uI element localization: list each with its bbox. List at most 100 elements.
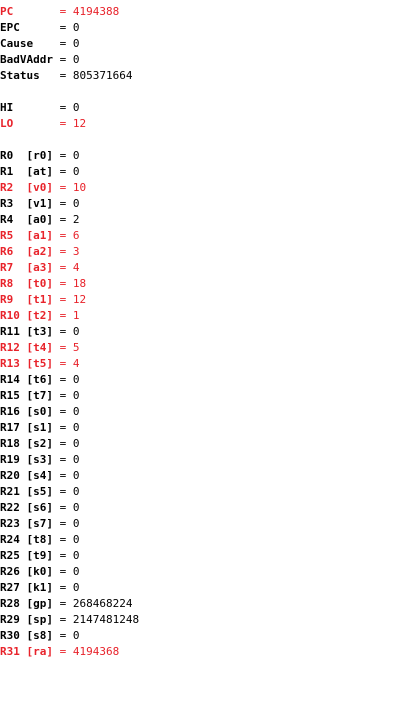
register-value: 0 xyxy=(72,581,80,594)
equals-sign: = xyxy=(52,69,73,82)
equals-sign: = xyxy=(53,453,73,466)
register-name: R25 xyxy=(0,549,20,562)
register-row: R29 [sp] = 2147481248 xyxy=(0,612,407,628)
equals-sign: = xyxy=(53,597,73,610)
register-alias: [t6] xyxy=(19,373,53,386)
register-name: R21 xyxy=(0,485,20,498)
register-value: 268468224 xyxy=(72,597,133,610)
register-alias: [a3] xyxy=(19,261,53,274)
register-value: 0 xyxy=(72,437,80,450)
equals-sign: = xyxy=(53,341,73,354)
equals-sign: = xyxy=(53,165,73,178)
equals-sign: = xyxy=(53,357,73,370)
register-name: R24 xyxy=(0,533,20,546)
register-alias: [r0] xyxy=(19,149,53,162)
register-name: R7 xyxy=(0,261,20,274)
register-value: 0 xyxy=(72,389,80,402)
register-value: 0 xyxy=(72,37,80,50)
equals-sign: = xyxy=(53,645,73,658)
equals-sign: = xyxy=(53,405,73,418)
register-value: 4194368 xyxy=(72,645,120,658)
register-name: R20 xyxy=(0,469,20,482)
register-row: R24 [t8] = 0 xyxy=(0,532,407,548)
register-value: 2147481248 xyxy=(72,613,140,626)
register-name: R14 xyxy=(0,373,20,386)
register-row: R1 [at] = 0 xyxy=(0,164,407,180)
register-value: 12 xyxy=(72,293,87,306)
register-value: 0 xyxy=(72,197,80,210)
register-value: 0 xyxy=(72,501,80,514)
register-name: PC xyxy=(0,5,53,18)
register-name: Status xyxy=(0,69,53,82)
register-name: LO xyxy=(0,117,53,130)
register-name: R0 xyxy=(0,149,20,162)
register-name: R12 xyxy=(0,341,20,354)
register-row: R12 [t4] = 5 xyxy=(0,340,407,356)
equals-sign: = xyxy=(53,581,73,594)
register-alias: [t7] xyxy=(19,389,53,402)
register-alias: [ra] xyxy=(19,645,53,658)
register-value: 5 xyxy=(72,341,80,354)
register-row: R4 [a0] = 2 xyxy=(0,212,407,228)
register-row: R22 [s6] = 0 xyxy=(0,500,407,516)
equals-sign: = xyxy=(53,373,73,386)
register-name: R3 xyxy=(0,197,20,210)
register-name: R2 xyxy=(0,181,20,194)
register-row: R15 [t7] = 0 xyxy=(0,388,407,404)
equals-sign: = xyxy=(53,309,73,322)
register-row-hi: HI = 0 xyxy=(0,100,407,116)
register-value: 12 xyxy=(72,117,87,130)
register-row: R17 [s1] = 0 xyxy=(0,420,407,436)
register-alias: [t8] xyxy=(19,533,53,546)
register-row-status: Status = 805371664 xyxy=(0,68,407,84)
register-alias: [a2] xyxy=(19,245,53,258)
register-row-pc: PC = 4194388 xyxy=(0,4,407,20)
equals-sign: = xyxy=(53,277,73,290)
register-alias: [at] xyxy=(19,165,53,178)
register-name: R15 xyxy=(0,389,20,402)
register-name: R30 xyxy=(0,629,20,642)
register-row: R21 [s5] = 0 xyxy=(0,484,407,500)
register-row-cause: Cause = 0 xyxy=(0,36,407,52)
register-name: R23 xyxy=(0,517,20,530)
register-row: R25 [t9] = 0 xyxy=(0,548,407,564)
equals-sign: = xyxy=(52,37,73,50)
register-row: R27 [k1] = 0 xyxy=(0,580,407,596)
register-name: EPC xyxy=(0,21,53,34)
equals-sign: = xyxy=(53,565,73,578)
register-alias: [s7] xyxy=(19,517,53,530)
register-alias: [s3] xyxy=(19,453,53,466)
equals-sign: = xyxy=(53,437,73,450)
register-value: 0 xyxy=(72,453,80,466)
register-row: R5 [a1] = 6 xyxy=(0,228,407,244)
register-name: R19 xyxy=(0,453,20,466)
register-row: R16 [s0] = 0 xyxy=(0,404,407,420)
register-alias: [t0] xyxy=(19,277,53,290)
register-alias: [s0] xyxy=(19,405,53,418)
equals-sign: = xyxy=(53,229,73,242)
register-name: R1 xyxy=(0,165,20,178)
equals-sign: = xyxy=(52,53,73,66)
equals-sign: = xyxy=(53,469,73,482)
general-purpose-registers: R0 [r0] = 0 R1 [at] = 0 R2 [v0] = 10 R3 [v1… xyxy=(0,148,407,660)
equals-sign: = xyxy=(53,501,73,514)
register-row: R10 [t2] = 1 xyxy=(0,308,407,324)
register-alias: [v0] xyxy=(19,181,53,194)
register-alias: [t4] xyxy=(19,341,53,354)
register-value: 2 xyxy=(72,213,80,226)
register-name: R18 xyxy=(0,437,20,450)
register-row: R23 [s7] = 0 xyxy=(0,516,407,532)
register-value: 1 xyxy=(72,309,80,322)
register-alias: [s8] xyxy=(19,629,53,642)
equals-sign: = xyxy=(53,389,73,402)
register-row: R31 [ra] = 4194368 xyxy=(0,644,407,660)
register-value: 6 xyxy=(72,229,80,242)
register-row: R20 [s4] = 0 xyxy=(0,468,407,484)
register-alias: [k1] xyxy=(19,581,53,594)
equals-sign: = xyxy=(52,117,73,130)
register-value: 4194388 xyxy=(72,5,120,18)
register-alias: [t3] xyxy=(19,325,53,338)
register-name: R28 xyxy=(0,597,20,610)
register-name: R6 xyxy=(0,245,20,258)
